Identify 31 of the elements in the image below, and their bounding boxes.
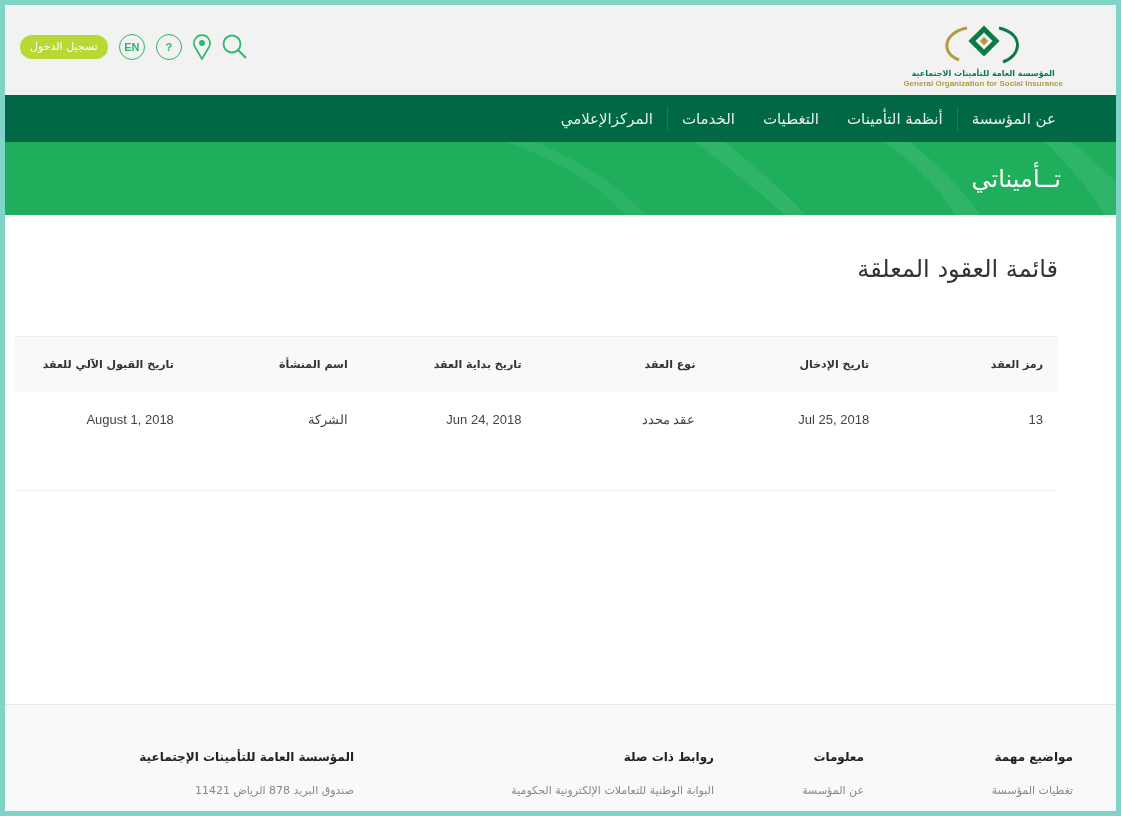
footer-heading: معلومات <box>813 750 864 764</box>
table-cell: Jul 25, 2018 <box>710 392 885 491</box>
table-cell: الشركة <box>188 392 363 491</box>
column-header: تاريخ بداية العقد <box>362 336 537 392</box>
column-header: تاريخ القبول الآلي للعقد <box>15 336 189 392</box>
footer-heading: مواضيع مهمة <box>994 750 1073 764</box>
footer-link[interactable]: تغطيات المؤسسة <box>991 784 1073 797</box>
page-title: قائمة العقود المعلقة <box>856 255 1058 283</box>
column-header: رمز العقد <box>884 336 1058 392</box>
column-header: اسم المنشأة <box>188 336 363 392</box>
logo-text: المؤسسة العامة للتأمينات الاجتماعية <box>911 68 1055 78</box>
column-header: تاريخ الإدخال <box>710 336 885 392</box>
table-cell: عقد محدد <box>536 392 711 491</box>
banner-title: تــأميناتي <box>971 164 1061 193</box>
nav-item[interactable]: المركزالإعلامي <box>546 109 667 128</box>
table-cell: August 1, 2018 <box>15 392 189 491</box>
table-cell: Jun 24, 2018 <box>362 392 537 491</box>
table-cell: 13 <box>884 392 1058 491</box>
footer-link[interactable]: صندوق البريد 878 الرياض 11421 <box>194 784 354 797</box>
logo-text: General Organization for Social Insurance <box>903 78 1063 88</box>
nav-item[interactable]: أنظمة التأمينات <box>832 109 957 128</box>
column-header: نوع العقد <box>536 336 711 392</box>
footer-link[interactable]: عن المؤسسة <box>802 784 864 797</box>
nav-item[interactable]: الخدمات <box>667 109 749 128</box>
footer-link[interactable]: البوابة الوطنية للتعاملات الإلكترونية الحكومية <box>511 784 714 797</box>
footer-heading: روابط ذات صلة <box>623 750 714 764</box>
footer-heading: المؤسسة العامة للتأمينات الإجتماعية <box>139 750 354 764</box>
nav-item[interactable]: التغطيات <box>748 109 833 128</box>
location-pin-icon[interactable] <box>192 33 211 60</box>
search-icon[interactable] <box>221 33 248 60</box>
nav-item[interactable]: عن المؤسسة <box>957 109 1066 128</box>
